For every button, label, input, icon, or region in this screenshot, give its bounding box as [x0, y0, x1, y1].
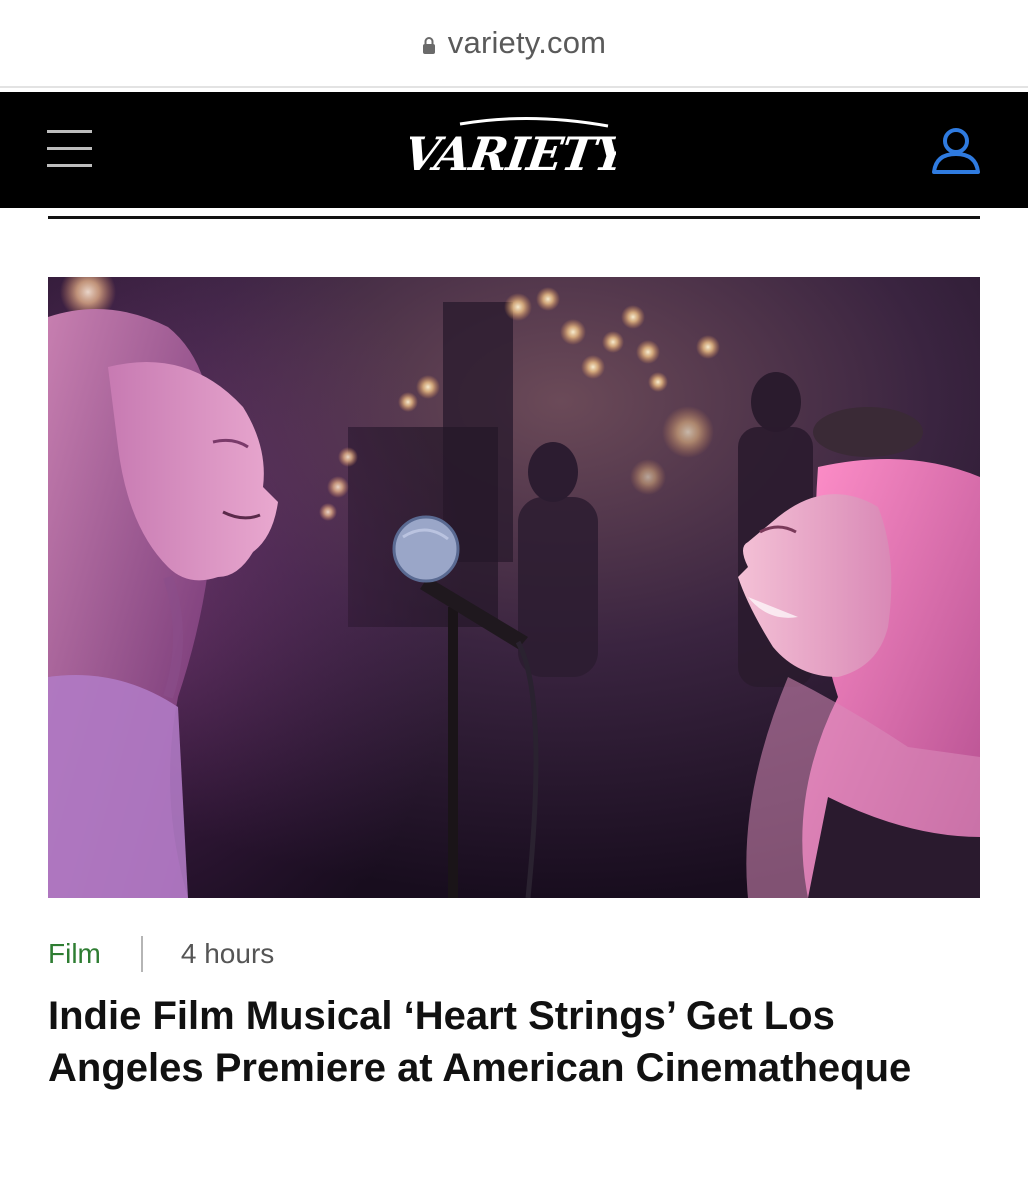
hero-image[interactable]	[48, 277, 980, 898]
address-bar[interactable]: variety.com	[0, 0, 1028, 88]
url-text[interactable]: variety.com	[448, 25, 606, 61]
timestamp: 4 hours	[180, 938, 275, 969]
article-meta: Film 4 hours	[48, 934, 274, 974]
header-divider	[48, 216, 980, 219]
lock-icon	[422, 37, 435, 54]
svg-text:VARIETY: VARIETY	[410, 127, 616, 181]
hamburger-menu-icon[interactable]	[47, 130, 92, 168]
category-link[interactable]: Film	[48, 938, 101, 970]
meta-divider	[140, 936, 143, 972]
user-account-icon[interactable]	[930, 125, 982, 175]
article-headline[interactable]: Indie Film Musical ‘Heart Strings’ Get L…	[48, 990, 978, 1094]
variety-logo[interactable]: VARIETY	[410, 114, 616, 184]
site-header: VARIETY	[0, 92, 1028, 208]
